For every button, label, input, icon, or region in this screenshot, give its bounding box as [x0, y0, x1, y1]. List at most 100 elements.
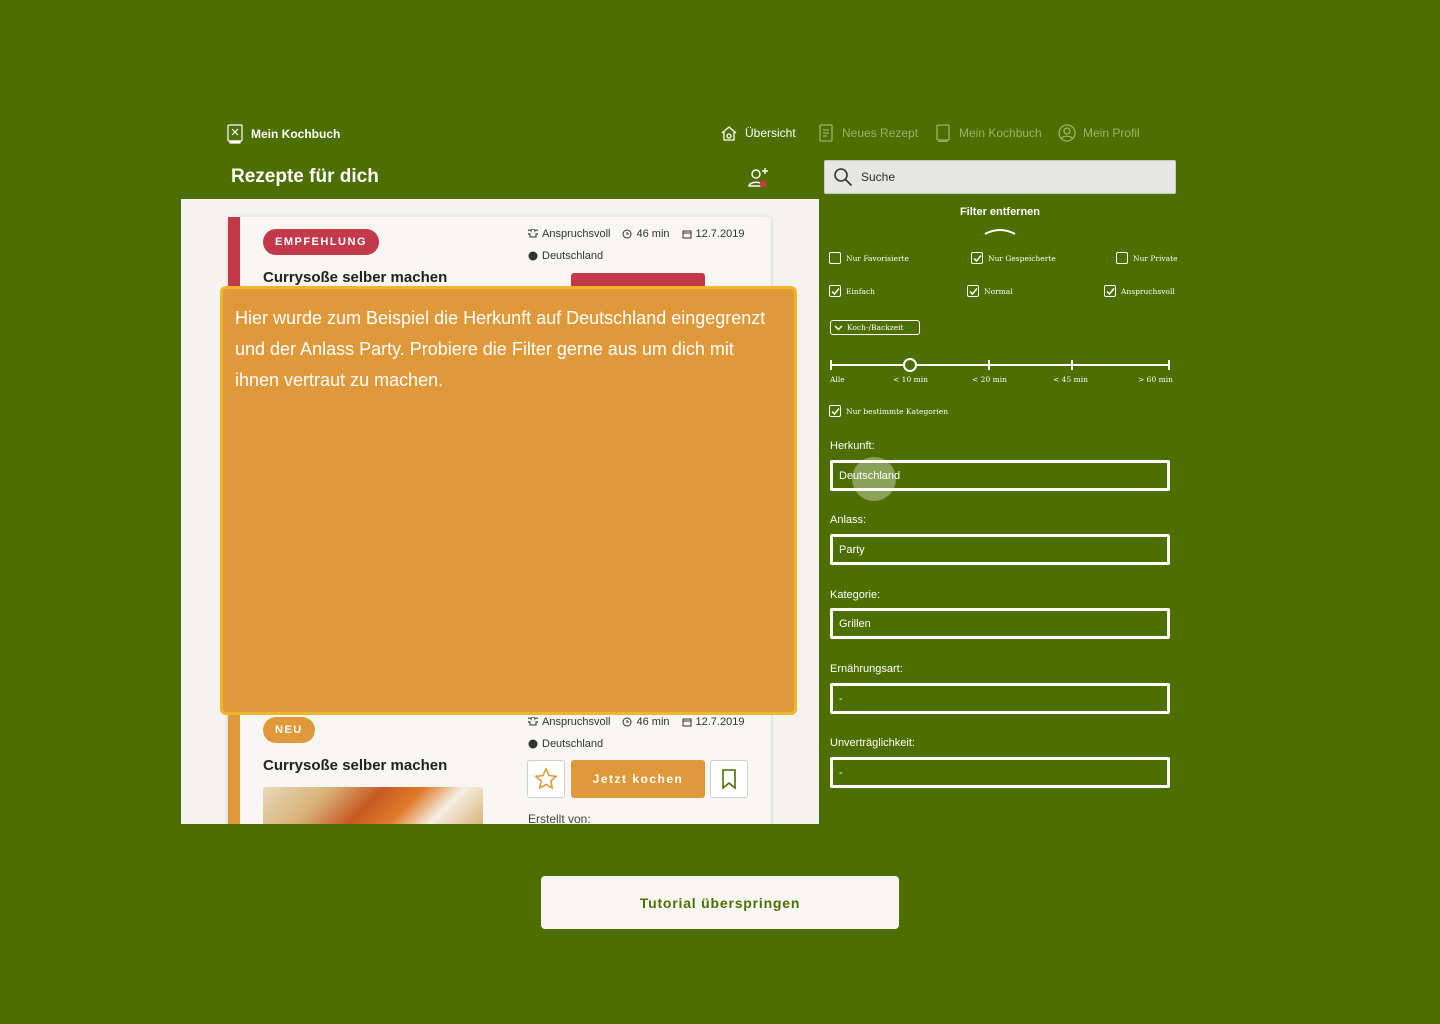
slider-label: < 20 min [972, 375, 1007, 384]
nav-overview[interactable]: Übersicht [720, 124, 796, 142]
checkbox-easy[interactable]: Einfach [829, 285, 875, 297]
globe-icon [528, 251, 538, 261]
occasion-label: Anlass: [830, 514, 867, 526]
slider-label: > 60 min [1138, 375, 1173, 384]
recommendation-badge: EMPFEHLUNG [263, 229, 379, 255]
checkbox-box[interactable] [1104, 285, 1116, 297]
brand-label: Mein Kochbuch [251, 127, 341, 141]
cook-button[interactable]: Jetzt kochen [571, 760, 705, 798]
date: 12.7.2019 [695, 228, 745, 240]
brand[interactable]: Mein Kochbuch [227, 124, 340, 144]
checkbox-favorites[interactable]: Nur Favorisierte [829, 252, 909, 264]
clock-icon [622, 229, 632, 239]
recipe-image[interactable] [263, 787, 483, 824]
note-icon [819, 124, 833, 142]
checkbox-box[interactable] [829, 252, 841, 264]
checkbox-box[interactable] [829, 285, 841, 297]
origin-label: Herkunft: [830, 440, 875, 452]
home-icon [721, 126, 737, 141]
category-value: Grillen [839, 617, 871, 630]
occasion-input[interactable]: Party [830, 534, 1170, 565]
diet-input[interactable]: - [830, 683, 1170, 714]
checkbox-box[interactable] [829, 405, 841, 417]
checkbox-label: Nur Favorisierte [846, 253, 909, 263]
time-dropdown[interactable]: Koch-/Backzeit [830, 320, 920, 335]
nav-profile[interactable]: Mein Profil [1058, 124, 1140, 142]
checkbox-label: Normal [984, 286, 1013, 296]
nav-new-recipe[interactable]: Neues Rezept [817, 124, 918, 142]
nav-new-recipe-label: Neues Rezept [842, 126, 919, 140]
category-label: Kategorie: [830, 589, 881, 601]
intolerance-label: Unverträglichkeit: [830, 737, 915, 749]
intolerance-input[interactable]: - [830, 757, 1170, 788]
recipe-title[interactable]: Currysoße selber machen [263, 757, 447, 774]
search-bar[interactable]: Suche [824, 160, 1176, 194]
checkbox-categories[interactable]: Nur bestimmte Kategorien [829, 405, 948, 417]
nav-overview-label: Übersicht [745, 126, 796, 140]
page-title: Rezepte für dich [231, 166, 379, 187]
check-icon [968, 287, 978, 295]
clock-icon [622, 717, 632, 727]
checkbox-box[interactable] [1116, 252, 1128, 264]
chef-hat-icon [528, 229, 538, 238]
time-dropdown-label: Koch-/Backzeit [847, 323, 904, 332]
calendar-icon [682, 230, 692, 239]
cookbook-icon [227, 124, 243, 144]
checkbox-label: Nur Gespeicherte [988, 253, 1056, 263]
skip-tutorial-button[interactable]: Tutorial überspringen [541, 876, 899, 929]
card-origin: Deutschland [528, 738, 603, 750]
nav-cookbook-label: Mein Kochbuch [959, 126, 1042, 140]
category-input[interactable]: Grillen [830, 608, 1170, 639]
checkbox-saved[interactable]: Nur Gespeicherte [971, 252, 1056, 264]
slider-label: Alle [830, 375, 845, 384]
touch-indicator [852, 457, 896, 501]
slider-label: < 10 min [893, 375, 928, 384]
chevron-down-icon [834, 325, 843, 330]
star-icon [534, 767, 558, 790]
recipe-card[interactable]: NEU Anspruchsvoll 46 min 12.7.2019 Deuts… [228, 704, 771, 824]
card-origin: Deutschland [528, 250, 603, 262]
check-icon [830, 407, 840, 415]
nav-cookbook[interactable]: Mein Kochbuch [934, 124, 1042, 142]
checkbox-box[interactable] [967, 285, 979, 297]
check-icon [1105, 287, 1115, 295]
tutorial-tooltip: Hier wurde zum Beispiel die Herkunft auf… [220, 286, 797, 715]
diet-value: - [839, 692, 843, 705]
difficulty: Anspruchsvoll [542, 228, 611, 240]
intolerance-value: - [839, 766, 843, 779]
bookmark-button[interactable] [710, 760, 748, 798]
chef-hat-icon [528, 717, 538, 726]
checkbox-private[interactable]: Nur Private [1116, 252, 1178, 264]
time-slider[interactable] [830, 356, 1170, 374]
slider-label: < 45 min [1053, 375, 1088, 384]
checkbox-label: Einfach [846, 286, 875, 296]
slider-handle[interactable] [903, 358, 917, 372]
user-circle-icon [1058, 124, 1076, 142]
remove-filter-button[interactable]: Filter entfernen [824, 206, 1176, 218]
card-meta: Anspruchsvoll 46 min 12.7.2019 [528, 228, 744, 240]
user-add-icon[interactable] [746, 166, 770, 190]
card-accent-bar [228, 704, 240, 824]
checkbox-normal[interactable]: Normal [967, 285, 1013, 297]
search-input[interactable]: Suche [861, 170, 895, 184]
checkbox-label: Nur Private [1133, 253, 1178, 263]
tutorial-text: Hier wurde zum Beispiel die Herkunft auf… [235, 308, 766, 390]
duration: 46 min [636, 228, 670, 240]
calendar-icon [682, 718, 692, 727]
occasion-value: Party [839, 543, 865, 556]
difficulty: Anspruchsvoll [542, 716, 611, 728]
diet-label: Ernährungsart: [830, 663, 903, 675]
favorite-button[interactable] [527, 760, 565, 798]
globe-icon [528, 739, 538, 749]
checkbox-label: Anspruchsvoll [1121, 286, 1175, 296]
duration: 46 min [636, 716, 670, 728]
checkbox-box[interactable] [971, 252, 983, 264]
chevron-up-icon[interactable] [984, 226, 1016, 236]
new-badge: NEU [263, 717, 315, 743]
check-icon [830, 287, 840, 295]
recipe-title[interactable]: Currysoße selber machen [263, 269, 447, 286]
check-icon [972, 254, 982, 262]
nav-profile-label: Mein Profil [1083, 126, 1140, 140]
checkbox-label: Nur bestimmte Kategorien [846, 406, 949, 416]
checkbox-demanding[interactable]: Anspruchsvoll [1104, 285, 1175, 297]
